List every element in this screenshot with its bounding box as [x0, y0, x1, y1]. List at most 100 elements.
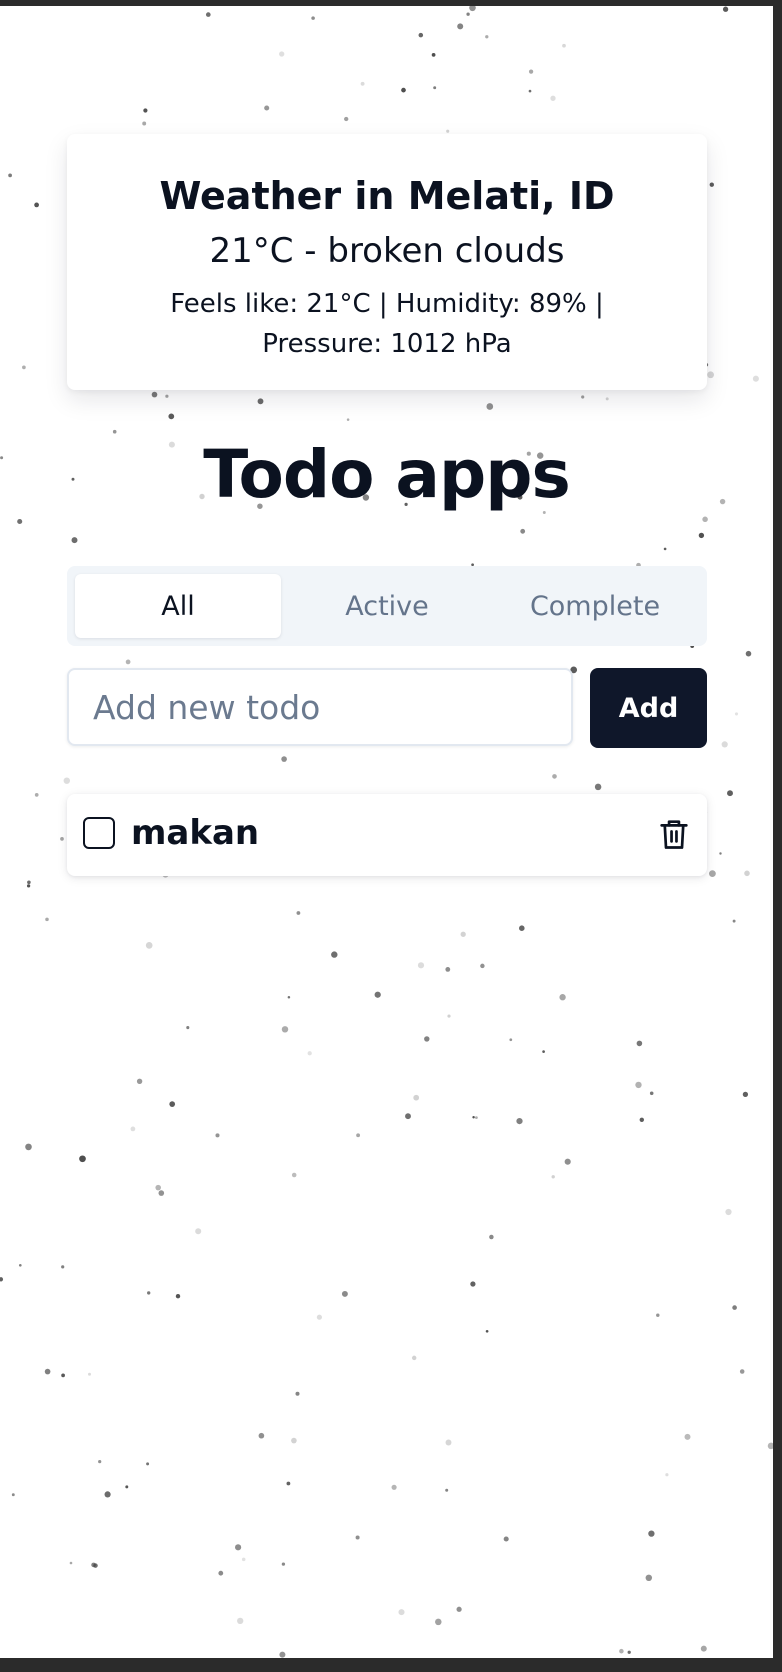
- particle-dot: [559, 994, 566, 1001]
- particle-dot: [485, 35, 489, 39]
- particle-dot: [61, 1373, 65, 1378]
- todo-checkbox[interactable]: [83, 817, 115, 849]
- tab-all[interactable]: All: [75, 574, 281, 638]
- particle-dot: [136, 1078, 143, 1084]
- particle-dot: [296, 911, 301, 915]
- tab-complete[interactable]: Complete: [492, 574, 698, 638]
- particle-dot: [472, 1115, 475, 1119]
- particle-dot: [281, 1562, 286, 1566]
- particle-dot: [542, 1050, 545, 1053]
- particle-dot: [215, 1133, 220, 1138]
- particle-dot: [235, 1544, 242, 1551]
- particle-dot: [433, 86, 437, 90]
- particle-dot: [636, 1040, 643, 1047]
- particle-dot: [411, 1355, 417, 1361]
- particle-dot: [709, 182, 714, 187]
- particle-dot: [485, 1329, 489, 1333]
- particle-dot: [22, 365, 26, 370]
- particle-dot: [281, 756, 287, 762]
- particle-dot: [744, 870, 750, 877]
- particle-dot: [470, 1281, 476, 1287]
- page-title: Todo apps: [203, 436, 570, 513]
- particle-dot: [279, 1651, 286, 1658]
- trash-icon[interactable]: [659, 818, 689, 850]
- particle-dot: [341, 1290, 348, 1297]
- particle-dot: [295, 1391, 300, 1396]
- particle-dot: [509, 1038, 513, 1042]
- particle-dot: [431, 53, 436, 57]
- particle-dot: [489, 1234, 494, 1240]
- particle-dot: [732, 919, 736, 923]
- particle-dot: [344, 116, 349, 122]
- particle-dot: [418, 32, 424, 38]
- particle-dot: [445, 1488, 449, 1492]
- weather-summary: 21°C - broken clouds: [209, 231, 565, 271]
- particle-dot: [722, 6, 729, 12]
- particle-dot: [551, 1175, 555, 1179]
- new-todo-input[interactable]: [67, 668, 573, 746]
- particle-dot: [413, 1094, 420, 1101]
- particle-dot: [27, 880, 31, 885]
- particle-dot: [698, 532, 705, 539]
- particle-dot: [346, 418, 350, 421]
- particle-dot: [264, 105, 270, 111]
- particle-dot: [752, 375, 759, 382]
- particle-dot: [466, 12, 470, 16]
- particle-dot: [475, 1116, 478, 1119]
- particle-dot: [639, 1117, 645, 1123]
- particle-dot: [665, 1473, 669, 1477]
- particle-dot: [405, 1113, 411, 1120]
- particle-dot: [146, 1462, 150, 1466]
- particle-dot: [155, 1184, 161, 1191]
- particle-dot: [767, 1442, 773, 1450]
- particle-dot: [550, 95, 556, 101]
- particle-dot: [446, 129, 450, 133]
- add-todo-button[interactable]: Add: [590, 668, 707, 748]
- particle-dot: [286, 1481, 291, 1486]
- particle-dot: [456, 1606, 462, 1612]
- particle-dot: [26, 884, 31, 888]
- particle-dot: [279, 51, 285, 57]
- particle-dot: [709, 870, 716, 877]
- particle-dot: [519, 925, 525, 931]
- particle-dot: [165, 394, 169, 398]
- particle-dot: [520, 528, 526, 534]
- particle-dot: [645, 1574, 653, 1582]
- tab-active[interactable]: Active: [284, 574, 490, 638]
- particle-dot: [528, 89, 532, 93]
- particle-dot: [91, 1562, 96, 1568]
- particle-dot: [374, 991, 381, 998]
- particle-dot: [125, 1485, 129, 1489]
- particle-dot: [169, 1101, 176, 1107]
- particle-dot: [435, 1618, 442, 1626]
- particle-dot: [257, 398, 264, 405]
- particle-dot: [480, 963, 485, 969]
- particle-dot: [627, 1650, 631, 1654]
- particle-dot: [104, 1491, 111, 1498]
- particle-dot: [391, 1484, 397, 1490]
- particle-dot: [0, 1277, 4, 1282]
- particle-dot: [355, 1535, 360, 1540]
- particle-dot: [732, 1305, 737, 1310]
- particle-dot: [125, 659, 131, 665]
- particle-dot: [581, 395, 585, 399]
- particle-dot: [34, 202, 39, 208]
- particle-dot: [168, 413, 175, 420]
- particle-dot: [424, 1036, 430, 1042]
- particle-dot: [742, 1091, 749, 1098]
- particle-dot: [445, 1439, 452, 1446]
- particle-dot: [460, 931, 466, 937]
- particle-dot: [291, 1172, 297, 1178]
- particle-dot: [79, 1155, 86, 1163]
- particle-dot: [360, 81, 365, 86]
- particle-dot: [721, 741, 728, 748]
- filter-tabs: All Active Complete: [67, 566, 707, 646]
- particle-dot: [398, 1609, 405, 1616]
- particle-dot: [88, 1372, 91, 1376]
- particle-dot: [69, 1561, 73, 1565]
- particle-dot: [486, 403, 494, 410]
- particle-dot: [445, 966, 451, 972]
- particle-dot: [619, 1648, 624, 1654]
- particle-dot: [734, 712, 739, 716]
- weather-card: Weather in Melati, ID 21°C - broken clou…: [67, 134, 707, 390]
